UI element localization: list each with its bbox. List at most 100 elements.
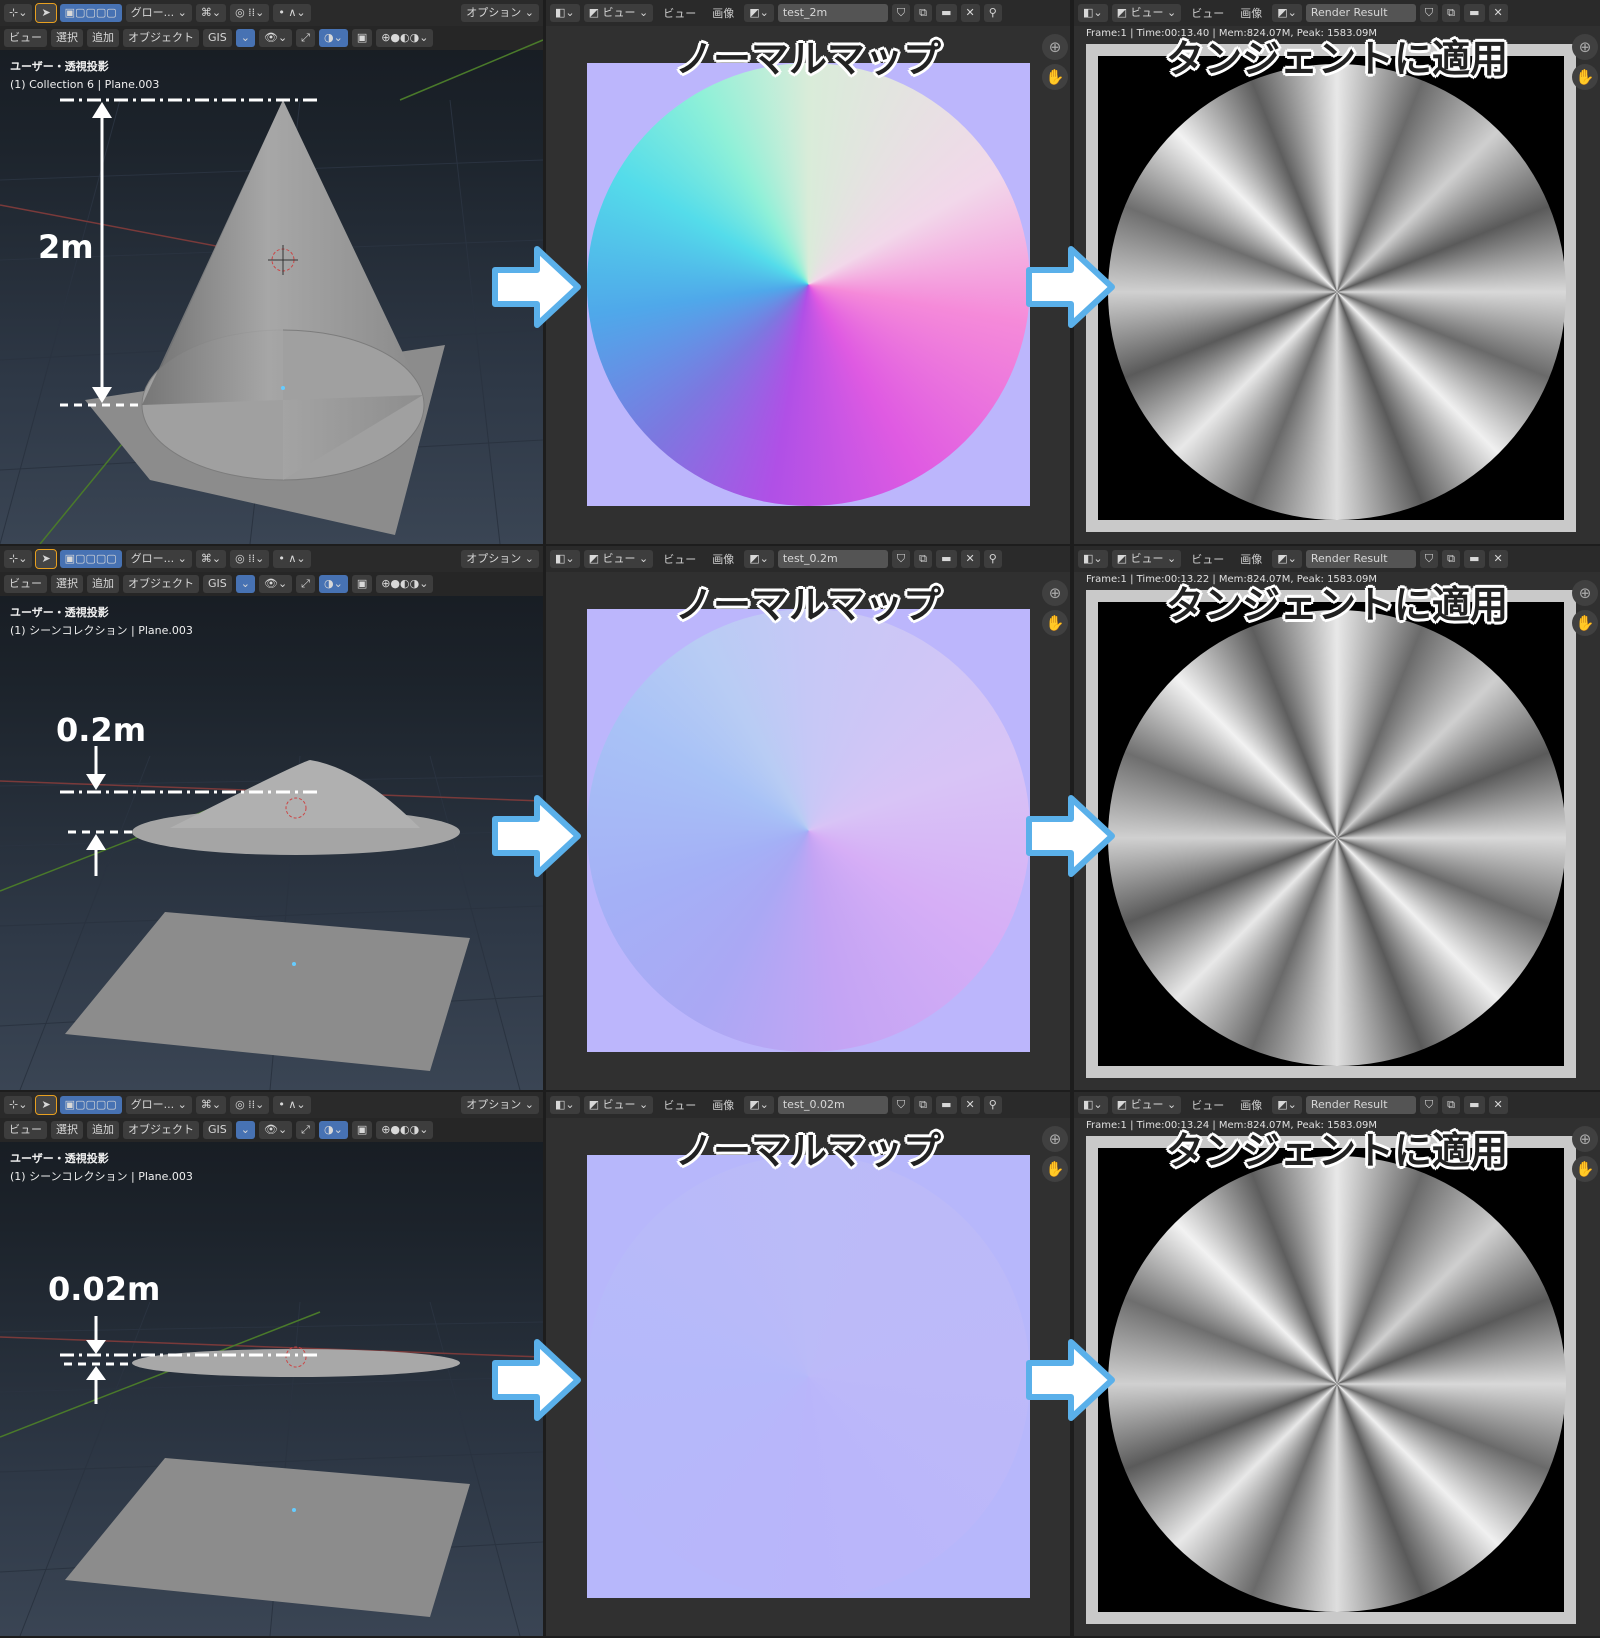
folder-icon[interactable]: ▬ — [1464, 1096, 1485, 1114]
hand-icon[interactable]: ✋ — [1572, 610, 1598, 636]
image-editor[interactable]: ◧⌄ ◩ ビュー ⌄ ビュー 画像 ◩⌄ test_0.2m ⛉ ⧉ ▬ ✕ ⚲… — [546, 546, 1070, 1090]
hand-icon[interactable]: ✋ — [1042, 64, 1068, 90]
normal-map-disc — [587, 63, 1030, 506]
mode-dropdown[interactable]: ◩ ビュー ⌄ — [1111, 4, 1182, 22]
menu-image[interactable]: 画像 — [706, 1097, 740, 1113]
hand-icon[interactable]: ✋ — [1042, 1156, 1068, 1182]
3d-viewport[interactable]: ⊹⌄ ➤ ▣▢▢▢▢ グロー... ⌄ ⌘⌄ ◎ ⁞⁞⌄ • ∧⌄ オプション … — [0, 1092, 543, 1636]
menu-view[interactable]: ビュー — [1185, 551, 1230, 567]
pin-icon[interactable]: ⚲ — [983, 4, 1002, 22]
image-editor-header: ◧⌄ ◩ ビュー ⌄ ビュー 画像 ◩⌄ test_0.2m ⛉ ⧉ ▬ ✕ ⚲ — [546, 546, 1070, 572]
render-result-field[interactable]: Render Result — [1305, 550, 1416, 568]
menu-view[interactable]: ビュー — [1185, 5, 1230, 21]
image-editor-header: ◧⌄ ◩ ビュー ⌄ ビュー 画像 ◩⌄ test_0.02m ⛉ ⧉ ▬ ✕ … — [546, 1092, 1070, 1118]
zoom-icon[interactable]: ⊕ — [1572, 34, 1598, 60]
image-editor-header: ◧⌄ ◩ ビュー ⌄ ビュー 画像 ◩⌄ test_2m ⛉ ⧉ ▬ ✕ ⚲ — [546, 0, 1070, 26]
image-browse-icon[interactable]: ◩⌄ — [1272, 550, 1302, 568]
editor-type-icon[interactable]: ◧⌄ — [550, 1096, 580, 1114]
editor-type-icon[interactable]: ◧⌄ — [1078, 550, 1108, 568]
editor-type-icon[interactable]: ◧⌄ — [550, 4, 580, 22]
dimension-label: 0.02m — [48, 1270, 161, 1308]
duplicate-icon[interactable]: ⧉ — [1442, 4, 1461, 22]
pin-icon[interactable]: ⚲ — [983, 1096, 1002, 1114]
editor-type-icon[interactable]: ◧⌄ — [550, 550, 580, 568]
zoom-icon[interactable]: ⊕ — [1572, 1126, 1598, 1152]
close-icon[interactable]: ✕ — [960, 550, 980, 568]
image-editor[interactable]: ◧⌄ ◩ ビュー ⌄ ビュー 画像 ◩⌄ test_0.02m ⛉ ⧉ ▬ ✕ … — [546, 1092, 1070, 1636]
folder-icon[interactable]: ▬ — [1464, 550, 1485, 568]
image-name-field[interactable]: test_0.02m — [777, 1096, 888, 1114]
hand-icon[interactable]: ✋ — [1042, 610, 1068, 636]
fake-user-shield-icon[interactable]: ⛉ — [1419, 4, 1439, 22]
folder-icon[interactable]: ▬ — [1464, 4, 1485, 22]
pin-icon[interactable]: ⚲ — [983, 550, 1002, 568]
render-result-field[interactable]: Render Result — [1305, 4, 1416, 22]
3d-viewport[interactable]: ⊹⌄ ➤ ▣▢▢▢▢ グロー... ⌄ ⌘⌄ ◎ ⁞⁞⌄ • ∧⌄ オプション … — [0, 546, 543, 1090]
row-0-2m: ⊹⌄ ➤ ▣▢▢▢▢ グロー... ⌄ ⌘⌄ ◎ ⁞⁞⌄ • ∧⌄ オプション … — [0, 546, 1600, 1092]
menu-view[interactable]: ビュー — [657, 551, 702, 567]
fake-user-shield-icon[interactable]: ⛉ — [891, 4, 911, 22]
zoom-icon[interactable]: ⊕ — [1572, 580, 1598, 606]
zoom-icon[interactable]: ⊕ — [1042, 34, 1068, 60]
fake-user-shield-icon[interactable]: ⛉ — [891, 1096, 911, 1114]
menu-view[interactable]: ビュー — [657, 5, 702, 21]
menu-view[interactable]: ビュー — [1185, 1097, 1230, 1113]
editor-type-icon[interactable]: ◧⌄ — [1078, 1096, 1108, 1114]
menu-image[interactable]: 画像 — [1234, 5, 1268, 21]
zoom-icon[interactable]: ⊕ — [1042, 1126, 1068, 1152]
fake-user-shield-icon[interactable]: ⛉ — [1419, 550, 1439, 568]
duplicate-icon[interactable]: ⧉ — [914, 550, 933, 568]
fake-user-shield-icon[interactable]: ⛉ — [891, 550, 911, 568]
menu-image[interactable]: 画像 — [706, 5, 740, 21]
tangent-render-disc — [1108, 64, 1566, 520]
flow-arrow-icon — [1026, 246, 1115, 328]
folder-icon[interactable]: ▬ — [936, 4, 957, 22]
duplicate-icon[interactable]: ⧉ — [914, 1096, 933, 1114]
close-icon[interactable]: ✕ — [1488, 1096, 1508, 1114]
mode-dropdown[interactable]: ◩ ビュー ⌄ — [583, 550, 654, 568]
normal-map-heading: ノーマルマップ — [674, 583, 941, 627]
render-result-field[interactable]: Render Result — [1305, 1096, 1416, 1114]
close-icon[interactable]: ✕ — [1488, 550, 1508, 568]
flow-arrow-icon — [1026, 795, 1115, 877]
menu-image[interactable]: 画像 — [1234, 1097, 1268, 1113]
image-name-field[interactable]: test_2m — [777, 4, 888, 22]
menu-view[interactable]: ビュー — [657, 1097, 702, 1113]
image-editor[interactable]: ◧⌄ ◩ ビュー ⌄ ビュー 画像 ◩⌄ test_2m ⛉ ⧉ ▬ ✕ ⚲ ノ… — [546, 0, 1070, 544]
image-browse-icon[interactable]: ◩⌄ — [744, 1096, 774, 1114]
folder-icon[interactable]: ▬ — [936, 550, 957, 568]
render-result-editor[interactable]: ◧⌄ ◩ ビュー ⌄ ビュー 画像 ◩⌄ Render Result ⛉ ⧉ ▬… — [1074, 546, 1600, 1090]
close-icon[interactable]: ✕ — [960, 4, 980, 22]
duplicate-icon[interactable]: ⧉ — [914, 4, 933, 22]
flow-arrow-icon — [492, 246, 581, 328]
render-result-editor[interactable]: ◧⌄ ◩ ビュー ⌄ ビュー 画像 ◩⌄ Render Result ⛉ ⧉ ▬… — [1074, 0, 1600, 544]
close-icon[interactable]: ✕ — [1488, 4, 1508, 22]
mode-dropdown[interactable]: ◩ ビュー ⌄ — [1111, 1096, 1182, 1114]
image-browse-icon[interactable]: ◩⌄ — [1272, 1096, 1302, 1114]
render-result-editor[interactable]: ◧⌄ ◩ ビュー ⌄ ビュー 画像 ◩⌄ Render Result ⛉ ⧉ ▬… — [1074, 1092, 1600, 1636]
folder-icon[interactable]: ▬ — [936, 1096, 957, 1114]
3d-viewport[interactable]: ⊹⌄ ➤ ▣▢▢▢▢ グロー... ⌄ ⌘⌄ ◎ ⁞⁞⌄ • ∧⌄ オプション … — [0, 0, 543, 544]
hand-icon[interactable]: ✋ — [1572, 1156, 1598, 1182]
mode-dropdown[interactable]: ◩ ビュー ⌄ — [1111, 550, 1182, 568]
mode-label: ビュー — [602, 1098, 636, 1111]
fake-user-shield-icon[interactable]: ⛉ — [1419, 1096, 1439, 1114]
duplicate-icon[interactable]: ⧉ — [1442, 1096, 1461, 1114]
image-browse-icon[interactable]: ◩⌄ — [744, 550, 774, 568]
mode-label: ビュー — [1130, 552, 1164, 565]
image-browse-icon[interactable]: ◩⌄ — [744, 4, 774, 22]
editor-type-icon[interactable]: ◧⌄ — [1078, 4, 1108, 22]
image-browse-icon[interactable]: ◩⌄ — [1272, 4, 1302, 22]
tangent-heading: タンジェントに適用 — [1165, 37, 1508, 81]
duplicate-icon[interactable]: ⧉ — [1442, 550, 1461, 568]
menu-image[interactable]: 画像 — [706, 551, 740, 567]
mode-dropdown[interactable]: ◩ ビュー ⌄ — [583, 4, 654, 22]
close-icon[interactable]: ✕ — [960, 1096, 980, 1114]
mode-label: ビュー — [1130, 6, 1164, 19]
menu-image[interactable]: 画像 — [1234, 551, 1268, 567]
image-name-field[interactable]: test_0.2m — [777, 550, 888, 568]
zoom-icon[interactable]: ⊕ — [1042, 580, 1068, 606]
mode-dropdown[interactable]: ◩ ビュー ⌄ — [583, 1096, 654, 1114]
flow-arrow-icon — [492, 1339, 581, 1421]
hand-icon[interactable]: ✋ — [1572, 64, 1598, 90]
